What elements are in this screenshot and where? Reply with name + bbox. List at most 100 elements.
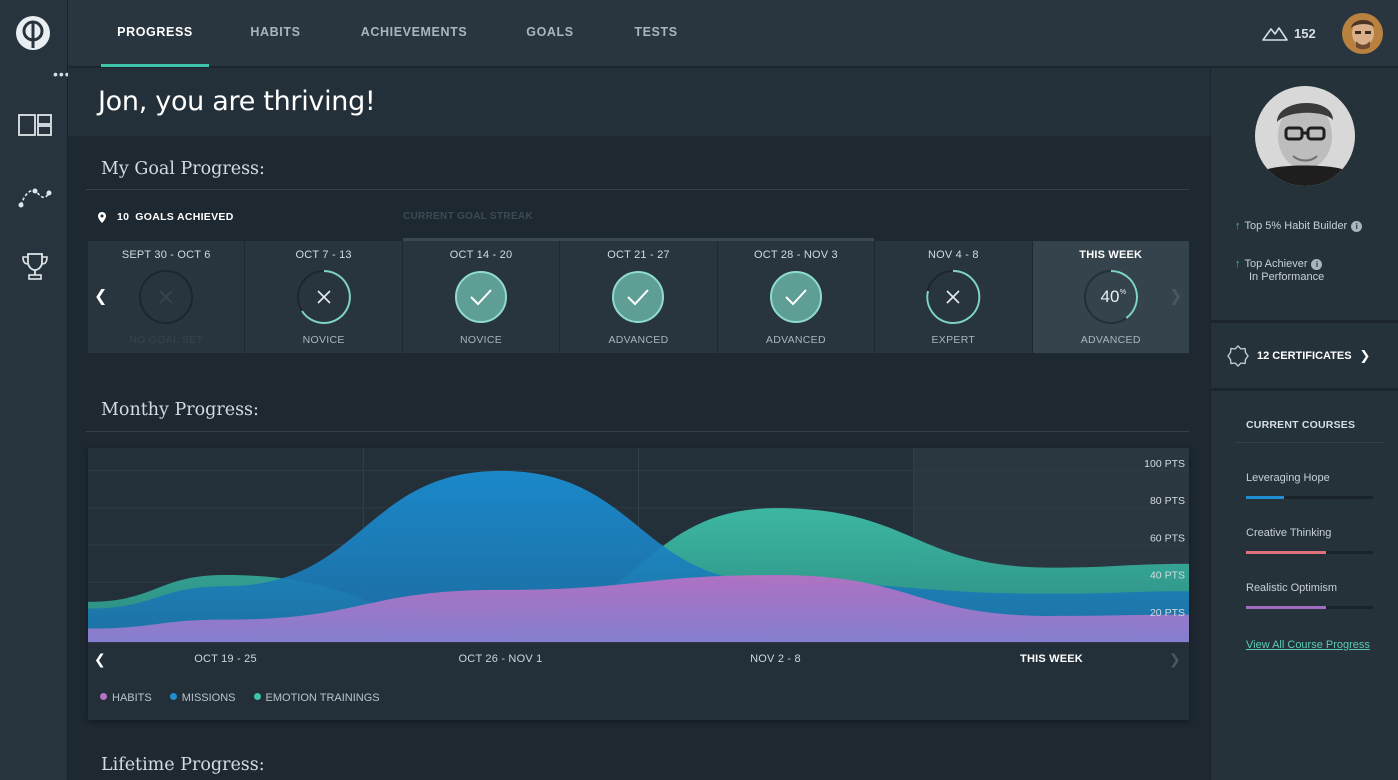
y-tick-label: 80 PTS [1150, 495, 1185, 507]
chart-next-button[interactable]: ❯ [1169, 651, 1181, 668]
stat-subtext: In Performance [1249, 271, 1325, 283]
x-tick-label[interactable]: THIS WEEK [914, 653, 1189, 665]
chevron-right-icon: ❯ [1359, 348, 1371, 363]
week-card-current[interactable]: THIS WEEK 40 % ADVANCED [1032, 241, 1189, 353]
course-progress-bar [1246, 606, 1373, 609]
x-tick-label[interactable]: OCT 19 - 25 [88, 653, 363, 665]
week-card[interactable]: OCT 7 - 13 NOVICE [245, 241, 403, 353]
next-week-button[interactable]: ❯ [1169, 286, 1182, 306]
course-name: Creative Thinking [1246, 527, 1332, 539]
divider [1211, 320, 1398, 323]
week-card[interactable]: OCT 14 - 20 NOVICE [403, 241, 561, 353]
week-level: NO GOAL SET [129, 334, 204, 346]
pin-icon [98, 211, 106, 223]
legend-item[interactable]: HABITS [100, 692, 152, 704]
course-item[interactable]: Leveraging Hope [1246, 472, 1373, 499]
week-strip: SEPT 30 - OCT 6 NO GOAL SET OCT 7 - 13 N… [88, 241, 1189, 353]
y-tick-label: 100 PTS [1144, 458, 1185, 470]
missed-goal-icon [296, 270, 351, 324]
tab-tests[interactable]: TESTS [633, 0, 679, 67]
profile-photo [1255, 86, 1355, 186]
check-icon [612, 271, 665, 323]
info-icon[interactable]: i [1351, 221, 1363, 232]
current-streak-label: CURRENT GOAL STREAK [403, 211, 533, 222]
top-nav: PROGRESS HABITS ACHIEVEMENTS GOALS TESTS… [68, 0, 1398, 67]
area-chart: 100 PTS 80 PTS 60 PTS 40 PTS 20 PTS [88, 448, 1189, 642]
path-icon[interactable] [17, 183, 53, 213]
x-tick-label[interactable]: OCT 26 - NOV 1 [363, 653, 638, 665]
divider [86, 431, 1189, 432]
week-range: OCT 7 - 13 [295, 249, 352, 261]
page-title: Jon, you are thriving! [98, 86, 376, 117]
tab-achievements[interactable]: ACHIEVEMENTS [360, 0, 468, 67]
week-card[interactable]: OCT 28 - NOV 3 ADVANCED [718, 241, 876, 353]
divider [1235, 442, 1385, 443]
tab-habits[interactable]: HABITS [244, 0, 307, 67]
course-progress-fill [1246, 496, 1285, 499]
divider [1211, 388, 1398, 391]
week-range: NOV 4 - 8 [927, 249, 979, 261]
stat-text: Top 5% Habit Builder [1244, 220, 1348, 232]
stat-top-achiever: ↑ Top Achiever i In Performance [1235, 258, 1324, 284]
app-logo[interactable] [14, 14, 52, 52]
stat-text: Top Achiever [1244, 258, 1308, 270]
info-icon[interactable]: i [1311, 259, 1323, 270]
goals-achieved: 10 GOALS ACHIEVED [98, 211, 234, 223]
certificates-label: 12 CERTIFICATES [1257, 350, 1352, 362]
week-range: SEPT 30 - OCT 6 [121, 249, 211, 261]
chart-x-axis: OCT 19 - 25 OCT 26 - NOV 1 NOV 2 - 8 THI… [88, 642, 1189, 676]
dashboard-icon[interactable] [17, 111, 53, 141]
main-content: Jon, you are thriving! My Goal Progress:… [68, 68, 1210, 780]
progress-ring: 40 % [1083, 270, 1138, 324]
points-value: 152 [1294, 25, 1316, 41]
week-range: OCT 21 - 27 [607, 249, 670, 261]
tab-goals[interactable]: GOALS [523, 0, 577, 67]
app-root: ••• PROGRESS HABITS ACHIEVEMENTS GOALS T… [0, 0, 1398, 780]
profile-panel: ↑ Top 5% Habit Builder i ↑ Top Achiever i In… [1210, 68, 1398, 780]
progress-percent: 40 [1100, 287, 1119, 306]
chart-prev-button[interactable]: ❮ [94, 651, 106, 668]
view-all-courses-link[interactable]: View All Course Progress [1246, 639, 1370, 651]
check-icon [769, 271, 822, 323]
monthly-chart: 100 PTS 80 PTS 60 PTS 40 PTS 20 PTS OCT 19 -… [88, 448, 1189, 720]
course-progress-bar [1246, 551, 1373, 554]
week-range: THIS WEEK [1079, 249, 1143, 261]
legend-item[interactable]: MISSIONS [169, 692, 236, 704]
legend-label: EMOTION TRAININGS [265, 692, 380, 704]
week-level: ADVANCED [1080, 334, 1141, 346]
course-item[interactable]: Creative Thinking [1246, 527, 1373, 554]
legend-label: HABITS [112, 692, 152, 704]
points-indicator[interactable]: 152 [1262, 22, 1316, 44]
week-level: NOVICE [302, 334, 345, 346]
goals-achieved-count: 10 [117, 211, 130, 223]
week-level: EXPERT [931, 334, 976, 346]
week-card[interactable]: OCT 21 - 27 ADVANCED [560, 241, 718, 353]
tab-progress[interactable]: PROGRESS [101, 0, 209, 67]
week-level: ADVANCED [608, 334, 669, 346]
course-item[interactable]: Realistic Optimism [1246, 582, 1373, 609]
current-courses-title: CURRENT COURSES [1246, 419, 1356, 431]
certificates-link[interactable]: 12 CERTIFICATES ❯ [1227, 345, 1370, 367]
chart-legend: HABITS MISSIONS EMOTION TRAININGS [100, 692, 380, 704]
empty-goal-icon [139, 270, 194, 324]
arrow-up-icon: ↑ [1235, 220, 1241, 232]
legend-item[interactable]: EMOTION TRAININGS [253, 692, 380, 704]
legend-label: MISSIONS [181, 692, 236, 704]
week-range: OCT 28 - NOV 3 [753, 249, 838, 261]
week-card[interactable]: SEPT 30 - OCT 6 NO GOAL SET [88, 241, 246, 353]
stat-habit-builder: ↑ Top 5% Habit Builder i [1235, 220, 1363, 233]
trophy-icon[interactable] [17, 251, 53, 281]
week-range: OCT 14 - 20 [449, 249, 513, 261]
course-name: Leveraging Hope [1246, 472, 1330, 484]
goal-progress-title: My Goal Progress: [101, 159, 265, 179]
monthly-progress-title: Monthy Progress: [101, 400, 259, 420]
arrow-up-icon: ↑ [1235, 258, 1241, 270]
progress-percent-sign: % [1120, 289, 1126, 296]
missed-goal-icon [926, 269, 981, 324]
prev-week-button[interactable]: ❮ [94, 286, 107, 306]
mountain-icon [1262, 27, 1288, 41]
x-tick-label[interactable]: NOV 2 - 8 [638, 653, 913, 665]
course-progress-fill [1246, 606, 1326, 609]
week-card[interactable]: NOV 4 - 8 EXPERT [875, 241, 1033, 353]
avatar[interactable] [1342, 13, 1383, 54]
